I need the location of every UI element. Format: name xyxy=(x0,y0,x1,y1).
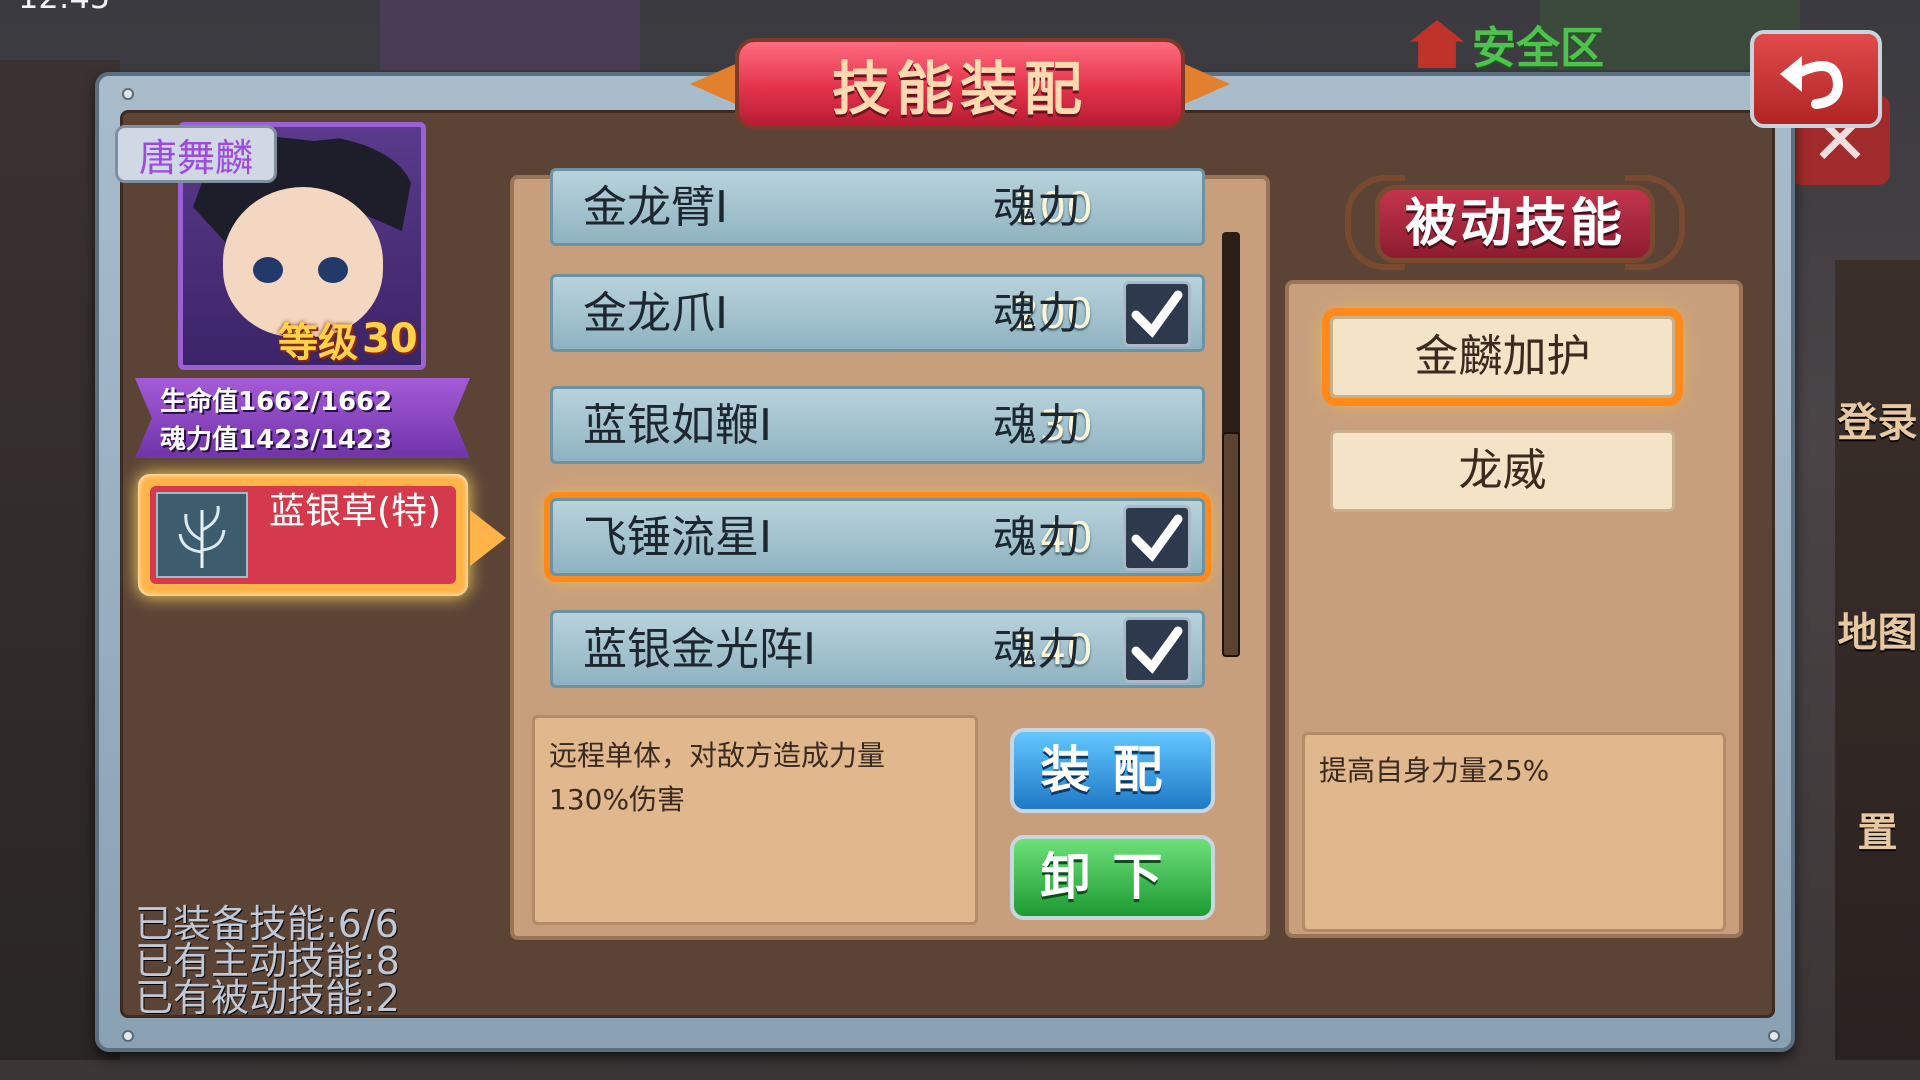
skill-row[interactable]: 金龙臂I 100 魂力 xyxy=(550,168,1205,246)
skill-cost-unit: 魂力 xyxy=(993,400,1081,451)
skill-cost-unit: 魂力 xyxy=(993,288,1081,339)
level-value: 30 xyxy=(362,316,418,362)
equip-button[interactable]: 装配 xyxy=(1010,728,1215,813)
martial-soul-name: 蓝银草(特) xyxy=(268,491,442,532)
hp-text: 生命值1662/1662 xyxy=(160,387,393,417)
side-label-settings: 置 xyxy=(1857,810,1898,856)
side-label-map: 地图 xyxy=(1837,610,1918,656)
rivet xyxy=(122,1030,134,1042)
unload-button[interactable]: 卸下 xyxy=(1010,835,1215,920)
back-arrow-icon xyxy=(1780,56,1844,109)
skill-name: 蓝银金光阵I xyxy=(583,624,816,675)
skill-row[interactable]: 金龙爪I 200 魂力 xyxy=(550,274,1205,352)
equipped-checkbox[interactable] xyxy=(1123,505,1191,571)
passive-skill-count: 已有被动技能:2 xyxy=(135,976,400,1020)
scrollbar-thumb[interactable] xyxy=(1222,432,1240,657)
passive-skill-description: 提高自身力量25% xyxy=(1302,732,1726,932)
rivet xyxy=(122,88,134,100)
check-icon xyxy=(1131,626,1183,674)
status-time: 12:45 xyxy=(18,0,110,16)
passive-skill-item-selected[interactable]: 金麟加护 xyxy=(1330,316,1675,398)
rivet xyxy=(1768,1030,1780,1042)
character-eye xyxy=(318,257,348,283)
background-right-hud: 登录 地图 置 xyxy=(1835,260,1920,1060)
skill-description: 远程单体，对敌方造成力量130%伤害 xyxy=(532,715,978,925)
blue-silver-grass-icon xyxy=(156,492,248,578)
skill-row-selected[interactable]: 飞锤流星I 40 魂力 xyxy=(550,498,1205,576)
equipped-checkbox[interactable] xyxy=(1123,281,1191,347)
back-button[interactable] xyxy=(1750,30,1882,128)
page-title: 技能装配 xyxy=(735,38,1185,130)
equipped-checkbox[interactable] xyxy=(1123,617,1191,683)
skill-cost-unit: 魂力 xyxy=(993,512,1081,563)
sp-text: 魂力值1423/1423 xyxy=(160,425,393,455)
background-tile xyxy=(380,0,640,70)
character-name: 唐舞麟 xyxy=(115,125,277,183)
safe-zone-label: 安全区 xyxy=(1472,23,1604,74)
character-eye xyxy=(253,257,283,283)
passive-skill-item[interactable]: 龙威 xyxy=(1330,430,1675,512)
skill-cost-unit: 魂力 xyxy=(993,182,1081,233)
martial-soul-inner: 蓝银草(特) xyxy=(150,486,456,584)
skill-name: 蓝银如鞭I xyxy=(583,400,772,451)
martial-soul-card[interactable]: 蓝银草(特) xyxy=(138,474,468,596)
passive-skills-header: 被动技能 xyxy=(1375,185,1655,263)
check-icon xyxy=(1131,514,1183,562)
skill-name: 金龙臂I xyxy=(583,182,728,233)
skill-name: 飞锤流星I xyxy=(583,512,772,563)
house-icon xyxy=(1410,20,1464,68)
safe-zone-indicator: 安全区 xyxy=(1410,14,1670,74)
side-label-login: 登录 xyxy=(1837,400,1918,446)
skill-cost-unit: 魂力 xyxy=(993,624,1081,675)
skill-row[interactable]: 蓝银金光阵I 140 魂力 xyxy=(550,610,1205,688)
character-level: 等级 30 xyxy=(278,312,421,366)
level-label: 等级 xyxy=(278,320,358,366)
skill-row[interactable]: 蓝银如鞭I 30 魂力 xyxy=(550,386,1205,464)
check-icon xyxy=(1131,290,1183,338)
skill-name: 金龙爪I xyxy=(583,288,728,339)
